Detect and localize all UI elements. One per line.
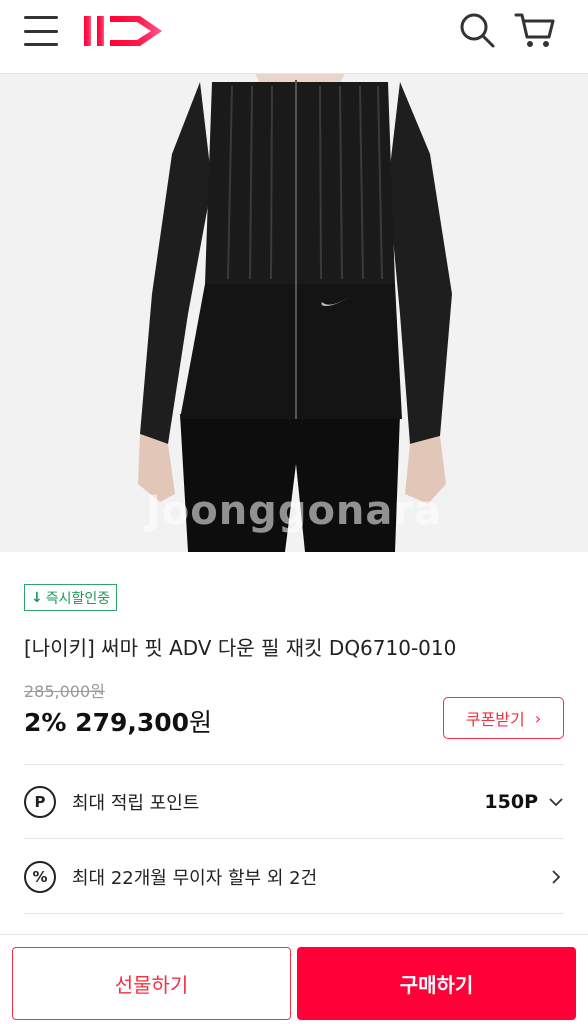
points-label: 최대 적립 포인트 (72, 793, 200, 814)
watermark-text: Joonggonara (145, 488, 443, 534)
product-title: [나이키] 써마 핏 ADV 다운 필 재킷 DQ6710-010 (24, 636, 457, 660)
installment-row[interactable]: % 최대 22개월 무이자 할부 외 2건 (24, 841, 564, 913)
product-image[interactable]: Joonggonara (0, 74, 588, 552)
divider (24, 913, 564, 914)
gift-button[interactable]: 선물하기 (12, 947, 291, 1020)
instant-discount-badge: ↓ 즉시할인중 (24, 584, 118, 611)
cart-icon[interactable] (513, 10, 557, 50)
jacket-illustration (138, 74, 452, 552)
sale-price: 2% 279,300원 (24, 703, 212, 739)
coupon-label: 쿠폰받기 (465, 710, 525, 729)
chevron-down-icon (549, 798, 563, 807)
points-value: 150P (484, 791, 538, 813)
percent-icon: % (24, 861, 56, 893)
top-header (0, 0, 588, 74)
hamburger-menu-icon[interactable] (24, 14, 58, 48)
hamburger-line (24, 16, 58, 19)
price-unit: 원 (189, 708, 213, 737)
chevron-right-icon: › (534, 708, 542, 728)
hamburger-line (24, 29, 58, 33)
points-row[interactable]: P 최대 적립 포인트 150P (24, 766, 564, 838)
bottom-action-bar: 선물하기 구매하기 (0, 934, 588, 1024)
hamburger-line (24, 43, 58, 46)
buy-button[interactable]: 구매하기 (297, 947, 576, 1020)
original-price: 285,000원 (24, 682, 105, 701)
search-icon[interactable] (457, 10, 497, 50)
11st-logo[interactable] (80, 10, 170, 52)
price-value: 279,300 (75, 708, 190, 737)
divider (24, 764, 564, 765)
badge-label: 즉시할인중 (45, 590, 111, 607)
discount-rate: 2% (24, 708, 67, 737)
chevron-right-icon (552, 870, 561, 884)
coupon-button[interactable]: 쿠폰받기 › (443, 697, 564, 739)
installment-label: 최대 22개월 무이자 할부 외 2건 (72, 868, 318, 889)
point-icon: P (24, 786, 56, 818)
divider (24, 838, 564, 839)
down-arrow-icon: ↓ (31, 589, 43, 606)
